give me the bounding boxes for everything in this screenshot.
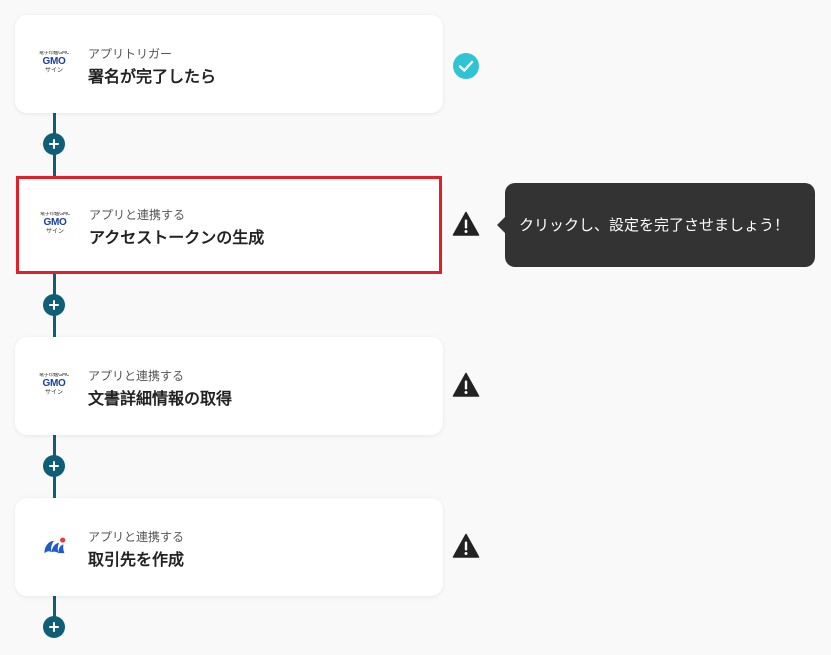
step-type-label: アプリと連携する [88,369,185,383]
step-type-label: アプリトリガー [88,47,173,61]
step-type-label: アプリと連携する [89,208,186,222]
gmo-sign-logo-icon: 電子印鑑GMO GMO サイン [39,373,69,399]
step-type-label: アプリと連携する [88,530,185,544]
step-title: 文書詳細情報の取得 [88,389,233,408]
gmo-sign-logo-icon: 電子印鑑GMO GMO サイン [40,212,70,238]
check-circle-icon [453,53,479,79]
flow-canvas: 電子印鑑GMO GMO サイン アプリトリガー 署名が完了したら 電子印鑑GMO… [0,0,831,655]
warning-icon [452,211,480,236]
add-step-button[interactable] [43,616,65,638]
step-card-document-details[interactable]: 電子印鑑GMO GMO サイン アプリと連携する 文書詳細情報の取得 [15,337,443,435]
logo-text-sub: サイン [45,228,64,235]
add-step-button[interactable] [43,294,65,316]
step-title: アクセストークンの生成 [89,228,265,247]
step-card-trigger[interactable]: 電子印鑑GMO GMO サイン アプリトリガー 署名が完了したら [15,15,443,113]
warning-icon [452,372,480,397]
add-step-button[interactable] [43,455,65,477]
step-card-access-token[interactable]: 電子印鑑GMO GMO サイン アプリと連携する アクセストークンの生成 [16,176,442,274]
accounting-app-logo-icon [44,537,66,554]
step-card-create-partner[interactable]: アプリと連携する 取引先を作成 [15,498,443,596]
logo-text-main: GMO [42,56,66,67]
step-title: 取引先を作成 [88,550,185,569]
logo-text-main: GMO [42,378,66,389]
gmo-sign-logo-icon: 電子印鑑GMO GMO サイン [39,51,69,77]
logo-text-sub: サイン [44,389,63,396]
warning-icon [452,533,480,558]
logo-text-main: GMO [43,217,67,228]
step-title: 署名が完了したら [88,67,217,86]
add-step-button[interactable] [43,133,65,155]
logo-text-sub: サイン [44,67,63,74]
tooltip-text: クリックし、設定を完了させましょう！ [519,216,790,234]
setup-hint-tooltip: クリックし、設定を完了させましょう！ [497,183,815,267]
